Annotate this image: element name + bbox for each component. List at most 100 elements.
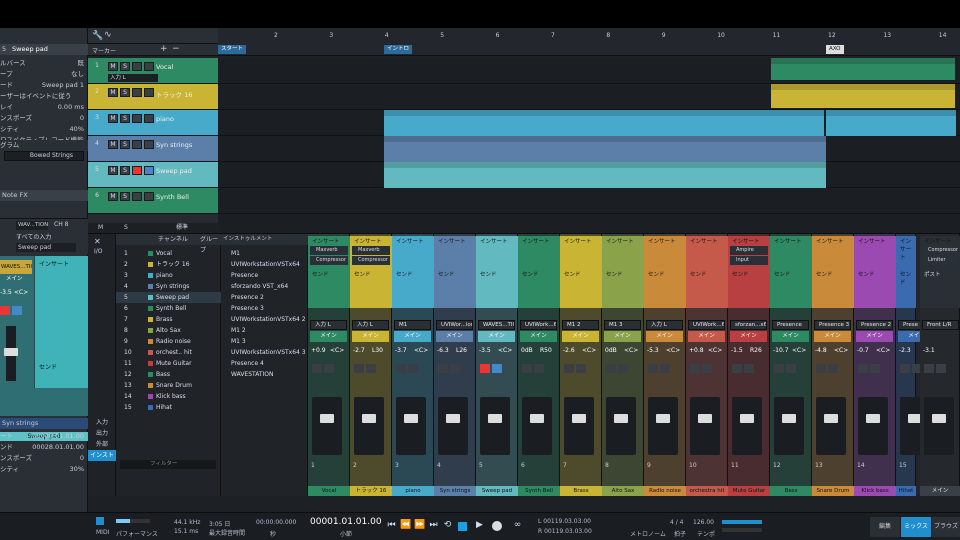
insert-label[interactable]: インサート	[438, 237, 466, 245]
pan-readout[interactable]: <C>	[330, 347, 344, 354]
track-name[interactable]: Vocal	[156, 63, 173, 71]
monitor-button[interactable]	[450, 364, 460, 373]
channel-name[interactable]: Alto Sax	[156, 325, 181, 336]
fader-handle[interactable]	[866, 414, 880, 423]
channel-name[interactable]: Hihat	[156, 402, 172, 413]
arrangement-view[interactable]: ライティング[TM.TT] ライティング[マスタ] piano piano piano S…	[218, 58, 960, 233]
inspector-output[interactable]: Sweep pad	[16, 243, 76, 252]
insert-label[interactable]: インサート	[606, 237, 634, 245]
track-mute-button[interactable]: M	[108, 62, 118, 71]
pan-readout[interactable]: <C>	[834, 347, 848, 354]
monitor-button[interactable]	[324, 364, 334, 373]
insert-label[interactable]: インサート	[396, 237, 424, 245]
inspector-track-name[interactable]: Sweep pad	[12, 44, 48, 55]
edit-view-button[interactable]: 編集	[870, 517, 900, 537]
volume-readout[interactable]: -6.3	[437, 347, 449, 354]
lower-inspector-row[interactable]: ンド 00028.01.01.00	[0, 442, 88, 453]
track-monitor-button[interactable]	[144, 192, 154, 201]
fader-handle[interactable]	[656, 414, 670, 423]
volume-readout[interactable]: -0.7	[857, 347, 869, 354]
insert-label[interactable]: インサート	[480, 237, 508, 245]
track-name[interactable]: piano	[156, 115, 174, 123]
track-mute-button[interactable]: M	[108, 140, 118, 149]
inspector-instrument[interactable]: WAV...TION	[16, 221, 48, 230]
channel-name[interactable]: Mute Guitar	[728, 486, 770, 496]
insert-label[interactable]: インサート	[924, 237, 952, 245]
metronome-label[interactable]: メトロノーム	[630, 529, 666, 538]
volume-readout[interactable]: 0dB	[521, 347, 533, 354]
record-arm-button[interactable]	[774, 364, 784, 373]
send-label[interactable]: センド	[564, 270, 581, 278]
send-label[interactable]: センド	[858, 270, 875, 278]
channel-name[interactable]: Mute Guitar	[156, 358, 192, 369]
channel-list-item[interactable]: 12 Bass	[116, 369, 221, 380]
input-plate[interactable]: Presence 2	[856, 320, 893, 330]
browse-view-button[interactable]: ブラウズ	[932, 517, 960, 537]
automation-icon[interactable]: ∿	[104, 30, 112, 40]
channel-name[interactable]: orchestra hit	[686, 486, 728, 496]
record-arm-button[interactable]	[924, 364, 934, 373]
track-mute-button[interactable]: M	[108, 166, 118, 175]
bar-position[interactable]: 00001.01.01.00	[310, 517, 382, 527]
instrument-list-item[interactable]: M1	[221, 248, 308, 259]
insert-slot[interactable]: Compressor	[352, 256, 390, 265]
channel-name[interactable]: Sweep pad	[156, 292, 189, 303]
fader-handle[interactable]	[488, 414, 502, 423]
channel-list-item[interactable]: 11 Mute Guitar	[116, 358, 221, 369]
channel-name[interactable]: Vocal	[156, 248, 172, 259]
time-signature[interactable]: 4 / 4	[670, 519, 683, 526]
output-label[interactable]: メイン	[394, 331, 431, 342]
input-plate[interactable]: 入力 L	[310, 320, 347, 330]
output-label[interactable]: メイン	[562, 331, 599, 342]
volume-readout[interactable]: -2.6	[563, 347, 575, 354]
track-monitor-button[interactable]	[144, 140, 154, 149]
input-plate[interactable]: UVIWor...ionVST...	[436, 320, 473, 330]
pan-readout[interactable]: L26	[456, 347, 467, 354]
input-plate[interactable]: 入力 L	[646, 320, 683, 330]
insert-label[interactable]: インサート	[690, 237, 718, 245]
pan-readout[interactable]: R26	[750, 347, 762, 354]
record-arm-button[interactable]	[606, 364, 616, 373]
insert-label[interactable]: インサート	[648, 237, 676, 245]
volume-readout[interactable]: -2.7	[353, 347, 365, 354]
instrument-list-item[interactable]: M1 2	[221, 325, 308, 336]
inspector-row-value[interactable]: 0.00 ms	[58, 102, 84, 113]
channel-list-item[interactable]: 3 piano	[116, 270, 221, 281]
input-plate[interactable]: sforzan...x64	[730, 320, 767, 330]
loop-left[interactable]: L 00119.03.03.00	[538, 518, 591, 525]
monitor-button[interactable]	[870, 364, 880, 373]
send-label[interactable]: センド	[774, 270, 791, 278]
pan-readout[interactable]: <C>	[708, 347, 722, 354]
output-label[interactable]: メイン	[478, 331, 515, 342]
insert-slot[interactable]: Compressor	[310, 256, 348, 265]
play-icon[interactable]: ▶	[474, 520, 485, 531]
inspector-row-value[interactable]: Sweep pad 1	[42, 80, 84, 91]
console-view-button[interactable]: 入力	[88, 417, 116, 428]
track-name[interactable]: Synth Bell	[156, 193, 189, 201]
insert-label[interactable]: インサート	[900, 237, 915, 261]
record-arm-button[interactable]	[690, 364, 700, 373]
monitor-button[interactable]	[492, 364, 502, 373]
output-label[interactable]: メイン	[856, 331, 893, 342]
input-plate[interactable]: UVIWork...64 2	[520, 320, 557, 330]
record-arm-button[interactable]	[648, 364, 658, 373]
channel-name[interactable]: Bass	[156, 369, 170, 380]
send-label[interactable]: センド	[900, 270, 915, 286]
pan-readout[interactable]: <C>	[582, 347, 596, 354]
pan-readout[interactable]: R50	[540, 347, 552, 354]
channel-name[interactable]: Synth Bell	[518, 486, 560, 496]
track-solo-button[interactable]: S	[120, 62, 130, 71]
region[interactable]: Syn strings	[604, 136, 826, 162]
remove-marker-button[interactable]: −	[172, 44, 180, 54]
note-fx-header[interactable]: Note FX	[0, 190, 88, 201]
channel-name[interactable]: メイン	[920, 486, 960, 496]
volume-readout[interactable]: +0.9	[311, 347, 326, 354]
send-label[interactable]: センド	[480, 270, 497, 278]
record-arm-button[interactable]	[438, 364, 448, 373]
loop-icon[interactable]: ⟲	[442, 520, 453, 531]
output-label[interactable]: メイン	[730, 331, 767, 342]
instrument-list-item[interactable]: Presence	[221, 270, 308, 281]
output-label[interactable]: メイン	[520, 331, 557, 342]
insert-label[interactable]: インサート	[732, 237, 760, 245]
pan-readout[interactable]: <C>	[624, 347, 638, 354]
